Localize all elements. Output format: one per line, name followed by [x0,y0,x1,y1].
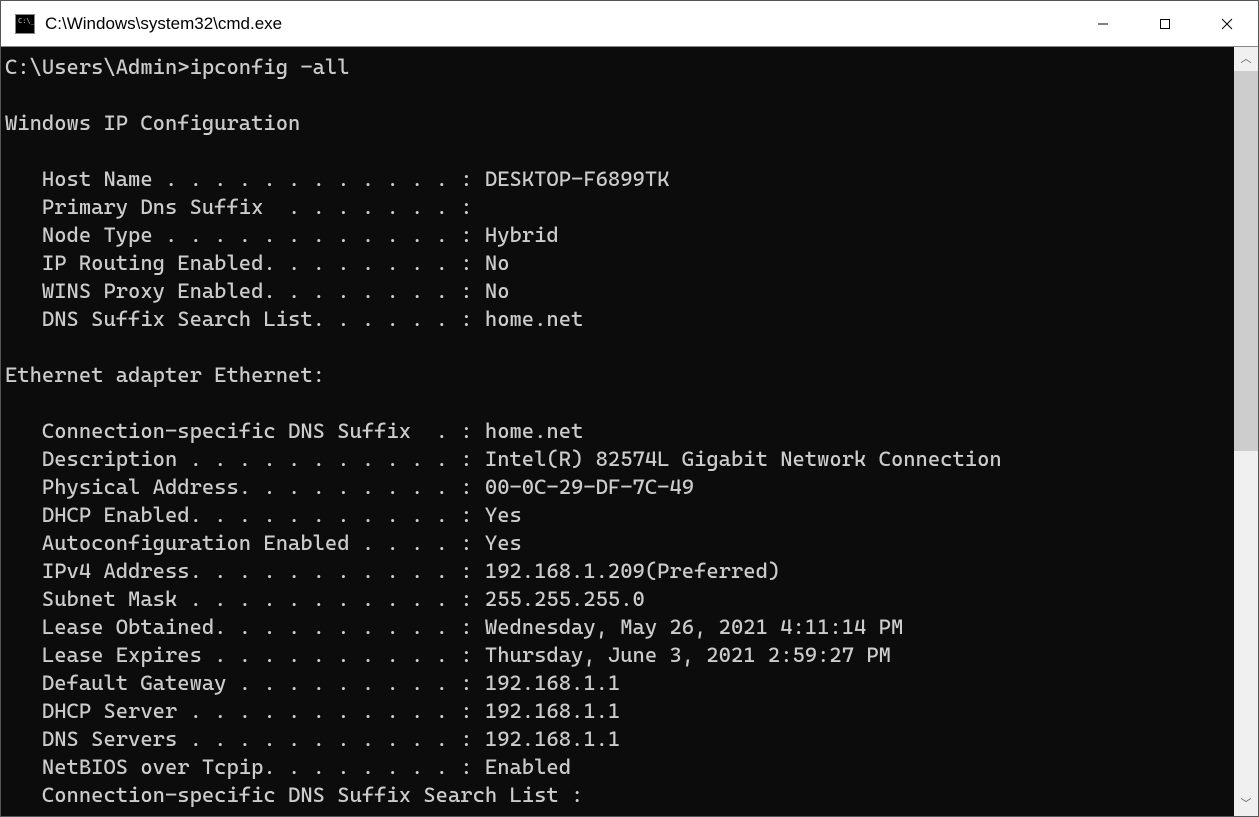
close-button[interactable] [1196,1,1258,46]
chevron-down-icon: ﹀ [1241,799,1252,810]
window-controls [1072,1,1258,46]
console-output[interactable]: C:\Users\Admin>ipconfig -all Windows IP … [1,47,1234,816]
maximize-button[interactable] [1134,1,1196,46]
scroll-up-button[interactable]: ︿ [1234,47,1258,71]
scroll-down-button[interactable]: ﹀ [1234,792,1258,816]
chevron-up-icon: ︿ [1241,54,1252,65]
scroll-thumb[interactable] [1234,71,1258,451]
window-title: C:\Windows\system32\cmd.exe [45,14,1072,34]
minimize-button[interactable] [1072,1,1134,46]
console-area: C:\Users\Admin>ipconfig -all Windows IP … [1,47,1258,816]
scrollbar[interactable]: ︿ ﹀ [1234,47,1258,816]
titlebar: C:\Windows\system32\cmd.exe [1,1,1258,47]
cmd-icon [15,14,35,34]
